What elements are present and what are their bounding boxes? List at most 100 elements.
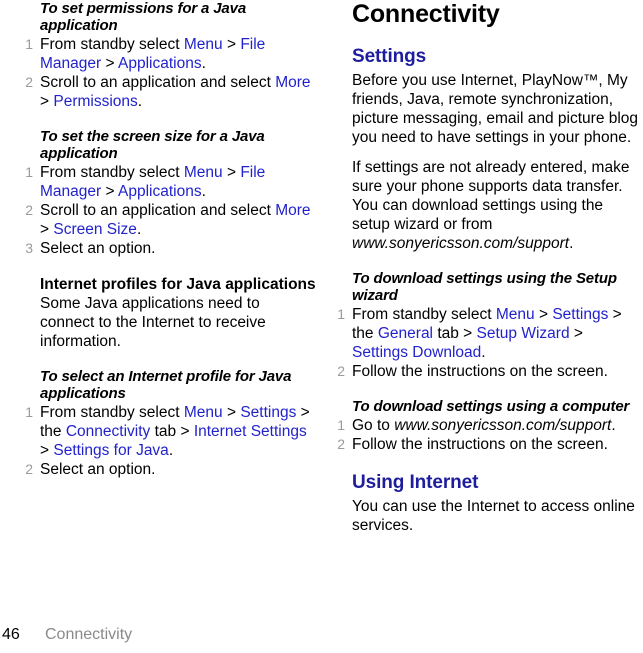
text-run: >: [101, 183, 118, 200]
url-text: www.sonyericsson.com/support: [352, 235, 570, 252]
menu-path-link: Applications: [118, 55, 202, 72]
procedure-step: 2 Scroll to an application and select Mor…: [18, 73, 318, 111]
step-text: Scroll to an application and select More…: [40, 74, 311, 110]
text-run: >: [40, 221, 54, 238]
procedure-heading-set-screen-size: To set the screen size for a Java applic…: [40, 128, 265, 162]
text-run: .: [481, 344, 486, 361]
menu-path-link: Menu: [495, 306, 535, 323]
step-text: Follow the instructions on the screen.: [352, 436, 608, 453]
step-number: 2: [337, 436, 345, 452]
text-run: >: [534, 306, 553, 323]
paragraph-internet-profiles: Some Java applications need to connect t…: [40, 295, 266, 350]
url-text: www.sonyericsson.com/support: [394, 417, 612, 434]
procedure-step: 2 Follow the instructions on the screen.: [330, 435, 643, 454]
section-heading-internet-profiles: Internet profiles for Java applications: [40, 276, 316, 293]
steps-select-internet-profile: 1 From standby select Menu > Settings > t…: [18, 403, 318, 479]
text-run: >: [222, 36, 241, 53]
step-text: From standby select Menu > Settings > th…: [40, 404, 310, 459]
text-run: >: [40, 442, 54, 459]
step-text: Select an option.: [40, 461, 155, 478]
step-number: 2: [25, 461, 33, 477]
procedure-heading-download-computer: To download settings using a computer: [352, 398, 630, 415]
step-text: Follow the instructions on the screen.: [352, 363, 608, 380]
menu-path-link: Settings for Java: [53, 442, 169, 459]
text-run: >: [222, 404, 241, 421]
step-number: 1: [337, 306, 345, 322]
text-run: .: [611, 417, 616, 434]
text-run: .: [168, 442, 174, 459]
step-number: 2: [337, 363, 345, 379]
procedure-step: 1 From standby select Menu > Settings > t…: [18, 403, 318, 460]
step-text: Select an option.: [40, 240, 155, 257]
menu-path-link: Screen Size: [53, 221, 137, 238]
paragraph-using-internet: You can use the Internet to access onlin…: [352, 498, 635, 534]
menu-path-link: Internet Settings: [193, 423, 307, 440]
text-run: .: [136, 221, 142, 238]
procedure-heading-select-internet-profile: To select an Internet profile for Java a…: [40, 368, 292, 402]
text-run: Go to: [352, 417, 395, 434]
text-run: >: [222, 164, 241, 181]
text-run: .: [201, 183, 206, 200]
text-run: Select an option.: [40, 461, 156, 478]
text-run: From standby select: [352, 306, 496, 323]
text-run: Scroll to an application and select: [40, 74, 276, 91]
page-number: 46: [2, 626, 20, 643]
menu-path-link: Menu: [183, 36, 223, 53]
text-run: >: [569, 325, 583, 342]
page-footer: 46 Connectivity: [0, 623, 643, 645]
text-run: Follow the instructions on the screen.: [352, 436, 608, 453]
procedure-step: 2 Select an option.: [18, 460, 318, 479]
menu-path-link: Permissions: [53, 93, 138, 110]
text-run: tab >: [150, 423, 194, 440]
steps-download-computer: 1 Go to www.sonyericsson.com/support. 2 Fol…: [330, 416, 643, 454]
menu-path-link: Settings: [552, 306, 609, 323]
step-number: 2: [25, 202, 33, 218]
menu-path-link: Connectivity: [65, 423, 151, 440]
step-text: From standby select Menu > File Manager …: [40, 36, 265, 72]
menu-path-link: More: [275, 202, 311, 219]
text-run: .: [201, 55, 206, 72]
text-run: .: [137, 93, 143, 110]
steps-set-permissions: 1 From standby select Menu > File Manager…: [18, 35, 318, 111]
text-run: From standby select: [40, 36, 184, 53]
procedure-heading-set-permissions: To set permissions for a Java applicatio…: [40, 0, 247, 34]
menu-path-link: Settings: [240, 404, 297, 421]
steps-setup-wizard: 1 From standby select Menu > Settings > t…: [330, 305, 643, 381]
text-run: Select an option.: [40, 240, 156, 257]
menu-path-link: Menu: [183, 404, 223, 421]
procedure-step: 1 From standby select Menu > Settings > t…: [330, 305, 643, 362]
text-run: From standby select: [40, 164, 184, 181]
section-heading-settings: Settings: [352, 46, 427, 67]
text-run: Scroll to an application and select: [40, 202, 276, 219]
procedure-heading-setup-wizard: To download settings using the Setup wiz…: [352, 270, 617, 304]
paragraph-settings-download: If settings are not already entered, mak…: [352, 158, 643, 253]
manual-page: To set permissions for a Java applicatio…: [0, 0, 643, 653]
step-number: 1: [25, 404, 33, 420]
text-run: >: [101, 55, 118, 72]
step-text: Go to www.sonyericsson.com/support.: [352, 417, 616, 434]
procedure-step: 1 From standby select Menu > File Manager…: [18, 35, 318, 73]
step-number: 1: [337, 417, 345, 433]
text-run: tab >: [433, 325, 477, 342]
procedure-step: 2 Follow the instructions on the screen.: [330, 362, 643, 381]
paragraph-settings-intro: Before you use Internet, PlayNow™, My fr…: [352, 72, 639, 146]
menu-path-link: More: [275, 74, 311, 91]
procedure-step: 3 Select an option.: [18, 239, 318, 258]
menu-path-link: Applications: [118, 183, 202, 200]
text-run: .: [569, 235, 574, 252]
procedure-step: 1 From standby select Menu > File Manager…: [18, 163, 318, 201]
left-column: To set permissions for a Java applicatio…: [18, 0, 318, 479]
step-text: From standby select Menu > Settings > th…: [352, 306, 622, 361]
page-title: Connectivity: [352, 0, 500, 28]
section-heading-using-internet: Using Internet: [352, 472, 479, 493]
text-run: >: [40, 93, 54, 110]
menu-path-link: Menu: [183, 164, 223, 181]
procedure-step: 1 Go to www.sonyericsson.com/support.: [330, 416, 643, 435]
step-number: 2: [25, 74, 33, 90]
procedure-step: 2 Scroll to an application and select Mor…: [18, 201, 318, 239]
menu-path-link: Settings Download: [352, 344, 482, 361]
